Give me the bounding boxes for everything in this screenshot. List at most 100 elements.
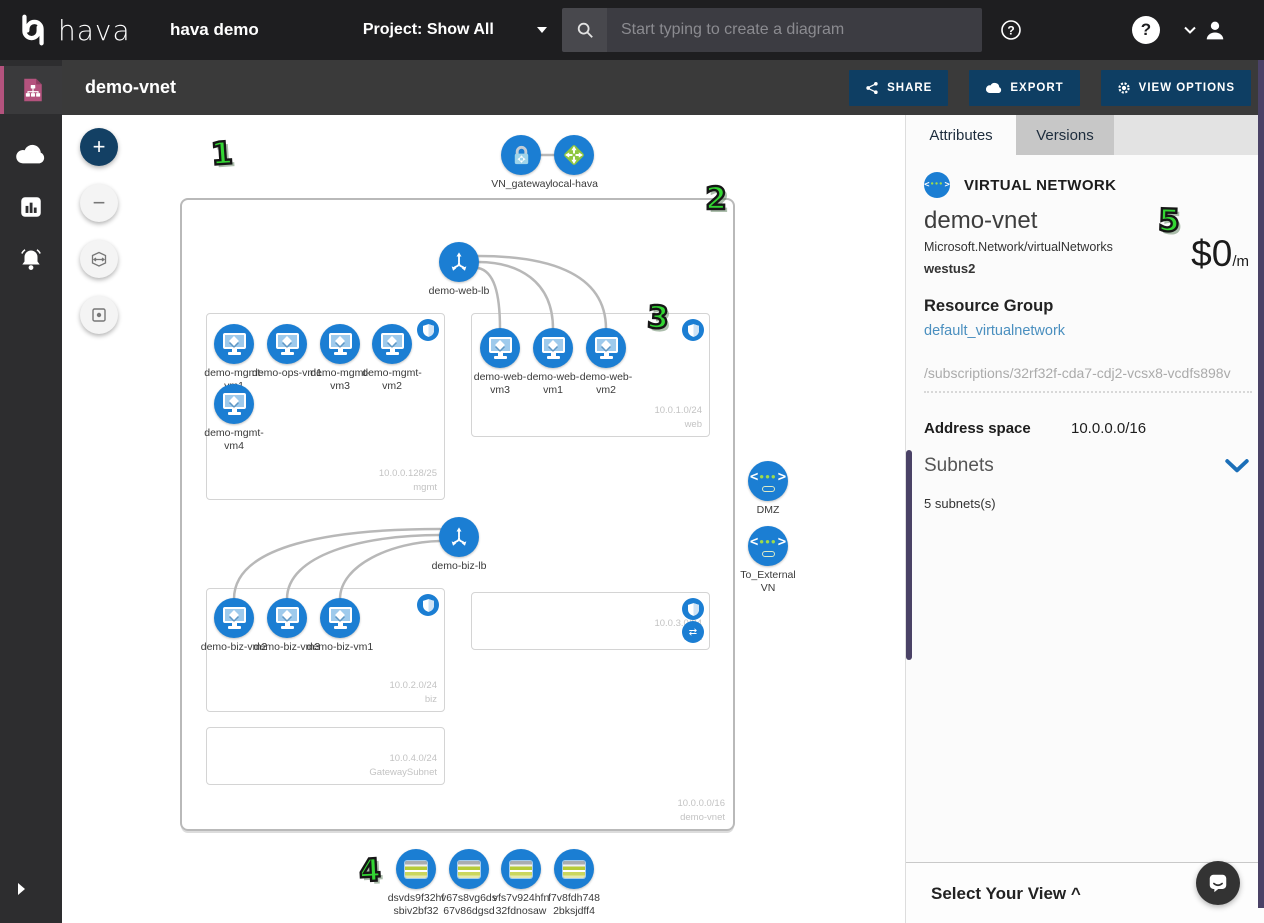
tab-versions[interactable]: Versions: [1016, 115, 1114, 155]
node-label: local-hava: [550, 178, 598, 191]
vpn-gateway-lock-icon: [501, 135, 541, 175]
sidebar-expand-button[interactable]: [16, 882, 26, 901]
nsg-shield-icon: [417, 594, 439, 616]
fit-view-button[interactable]: [80, 240, 118, 278]
subnet-label: 10.0.4.0/24 GatewaySubnet: [369, 752, 437, 781]
export-button-label: EXPORT: [1010, 82, 1063, 94]
cost-unit: /m: [1232, 253, 1249, 270]
node-vm[interactable]: demo-mgmt-vm2: [356, 324, 428, 393]
diagram-canvas[interactable]: + − 10.0.0.0/16 demo-vnet: [62, 115, 905, 923]
vnet-label: 10.0.0.0/16 demo-vnet: [677, 797, 725, 826]
chat-widget-button[interactable]: [1196, 861, 1240, 905]
bell-icon: [18, 247, 44, 273]
node-vm[interactable]: demo-web-vm2: [570, 328, 642, 397]
node-biz-load-balancer[interactable]: demo-biz-lb: [423, 517, 495, 573]
node-vm[interactable]: demo-mgmt-vm4: [198, 384, 270, 453]
select-view-toggle[interactable]: Select Your View ^: [931, 884, 1081, 904]
account-menu-toggle[interactable]: [1178, 0, 1202, 60]
center-view-icon: [89, 305, 109, 325]
workspace-name: hava demo: [170, 20, 259, 40]
vm-icon: [320, 324, 360, 364]
vnet-name: demo-vnet: [677, 811, 725, 825]
zoom-in-glyph: +: [93, 134, 106, 160]
node-peering-dmz[interactable]: <●●●> DMZ: [732, 461, 804, 517]
subnet-label: 10.0.2.0/24 biz: [389, 679, 437, 708]
node-label: DMZ: [757, 504, 780, 517]
diagram-search: [562, 8, 982, 52]
vm-icon: [533, 328, 573, 368]
vm-icon: [267, 324, 307, 364]
address-space-row: Address space 10.0.0.0/16: [924, 420, 1146, 437]
tab-attributes[interactable]: Attributes: [906, 115, 1016, 155]
vm-icon: [320, 598, 360, 638]
storage-account-icon: [396, 849, 436, 889]
zoom-in-button[interactable]: +: [80, 128, 118, 166]
view-options-button[interactable]: VIEW OPTIONS: [1101, 70, 1251, 106]
zoom-out-button[interactable]: −: [80, 184, 118, 222]
left-sidebar: [0, 60, 62, 923]
load-balancer-icon: [439, 517, 479, 557]
resource-group-link[interactable]: default_virtualnetwork: [924, 323, 1065, 339]
subnet-cidr: 10.0.2.0/24: [389, 679, 437, 693]
export-button[interactable]: EXPORT: [969, 70, 1079, 106]
panel-footer: Select Your View ^: [906, 862, 1264, 923]
top-bar: hava hava demo Project: Show All ? ?: [0, 0, 1264, 60]
vm-icon: [372, 324, 412, 364]
vm-icon: [480, 328, 520, 368]
chevron-right-icon: [16, 882, 26, 896]
node-storage-account[interactable]: f7v8fdh748 2bksjdff4: [538, 849, 610, 918]
app-window: hava hava demo Project: Show All ? ?: [0, 0, 1264, 923]
sidebar-item-environments[interactable]: [0, 66, 62, 114]
subnet-label: 10.0.1.0/24 web: [654, 404, 702, 433]
annotation-marker-1: 1: [210, 135, 234, 172]
subnets-count: 5 subnets(s): [924, 496, 996, 511]
hava-logo-icon: [14, 11, 52, 49]
resource-type-label: VIRTUAL NETWORK: [964, 177, 1116, 194]
node-label: demo-web-vm2: [570, 371, 642, 397]
sidebar-item-sources[interactable]: [0, 130, 62, 178]
resource-group-label: Resource Group: [924, 297, 1053, 316]
question-circle-outline-icon: ?: [1000, 19, 1022, 41]
node-peering-external[interactable]: <●●●> To_External VN: [732, 526, 804, 595]
chevron-down-icon: [1184, 26, 1196, 34]
node-vm[interactable]: demo-biz-vm1: [304, 598, 376, 654]
caret-down-icon: [536, 26, 548, 34]
user-avatar-button[interactable]: [1200, 0, 1230, 60]
panel-scrollbar[interactable]: [906, 450, 912, 660]
window-scrollbar[interactable]: [1258, 60, 1264, 908]
nsg-shield-icon: [682, 319, 704, 341]
sidebar-item-alerts[interactable]: [0, 236, 62, 284]
subnet-name: mgmt: [379, 481, 437, 495]
subnet-data[interactable]: ⇄ 10.0.3.0/24 data: [471, 592, 710, 650]
node-label: demo-mgmt-vm4: [198, 427, 270, 453]
resource-name: demo-vnet: [924, 207, 1037, 235]
node-web-load-balancer[interactable]: demo-web-lb: [423, 242, 495, 298]
sidebar-item-stats[interactable]: [0, 183, 62, 231]
address-space-label: Address space: [924, 420, 1071, 437]
search-input[interactable]: [607, 8, 982, 52]
center-view-button[interactable]: [80, 296, 118, 334]
subnets-expander[interactable]: Subnets: [924, 455, 1250, 477]
node-label: demo-biz-lb: [432, 560, 487, 573]
subnet-name: GatewaySubnet: [369, 766, 437, 780]
hava-logo[interactable]: hava: [0, 11, 156, 49]
subnet-gateway[interactable]: 10.0.4.0/24 GatewaySubnet: [206, 727, 445, 785]
project-selector[interactable]: Project: Show All: [363, 21, 548, 39]
node-label: demo-mgmt-vm2: [356, 367, 428, 393]
vm-icon: [586, 328, 626, 368]
gear-icon: [1117, 81, 1131, 95]
node-local-gateway[interactable]: local-hava: [538, 135, 610, 191]
question-circle-filled-icon: ?: [1132, 16, 1160, 44]
node-label: demo-biz-vm1: [307, 641, 374, 654]
subscription-path: /subscriptions/32rf32f-cda7-cdj2-vcsx8-v…: [924, 365, 1252, 393]
cloud-icon: [15, 143, 47, 165]
node-label: To_External VN: [732, 569, 804, 595]
local-network-gateway-icon: [554, 135, 594, 175]
help-button[interactable]: ?: [1130, 0, 1162, 60]
share-button[interactable]: SHARE: [849, 70, 948, 106]
subnets-section-label: Subnets: [924, 455, 994, 477]
storage-account-icon: [449, 849, 489, 889]
help-outline-button[interactable]: ?: [996, 0, 1026, 60]
search-button[interactable]: [562, 8, 607, 52]
diagram-header-bar: demo-vnet SHARE EXPORT VIEW OPTIONS: [62, 60, 1264, 115]
